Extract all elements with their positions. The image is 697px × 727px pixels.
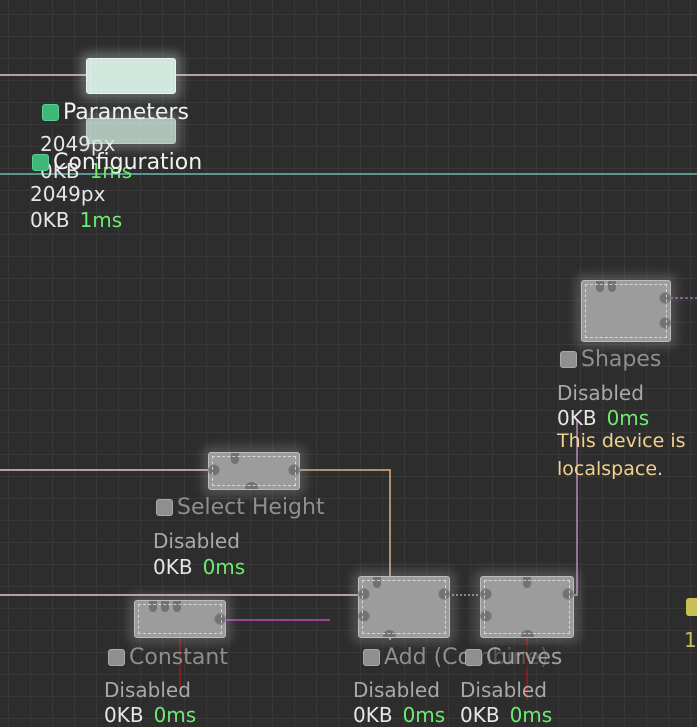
constant-input-bump — [173, 601, 181, 612]
node-graph-canvas[interactable]: Parameters 2049px 0KB 1ms Configuration 2… — [0, 0, 697, 727]
node-constant-header[interactable]: Constant — [108, 645, 228, 670]
node-shapes-thumbnail[interactable] — [581, 280, 671, 342]
node-configuration-toggle[interactable] — [32, 154, 49, 171]
constant-input-bump — [149, 601, 157, 612]
node-constant-stats: 0KB 0ms — [104, 703, 196, 727]
node-curves-status: Disabled — [460, 678, 547, 702]
shapes-output-port[interactable] — [659, 317, 671, 329]
shapes-input-bump — [596, 281, 604, 292]
node-select-height-stats: 0KB 0ms — [153, 555, 245, 579]
node-configuration-size: 2049px — [30, 182, 106, 206]
node-curves-title: Curves — [486, 645, 563, 670]
add-output-port[interactable] — [438, 588, 450, 600]
curves-input-port[interactable] — [480, 588, 492, 600]
curves-output-port[interactable] — [562, 588, 574, 600]
node-curves-mem: 0KB — [460, 703, 500, 727]
node-parameters-thumbnail[interactable] — [86, 58, 176, 94]
node-curves-stats: 0KB 0ms — [460, 703, 552, 727]
node-select-height-header[interactable]: Select Height — [156, 495, 325, 520]
node-add-combine-thumbnail[interactable] — [358, 576, 450, 638]
constant-output-port[interactable] — [214, 613, 226, 625]
node-constant-status: Disabled — [104, 678, 191, 702]
node-select-height-status: Disabled — [153, 529, 240, 553]
node-shapes-title: Shapes — [581, 347, 662, 372]
node-configuration-thumbnail[interactable] — [86, 118, 176, 144]
curves-input-bump — [523, 577, 531, 588]
node-select-height-time: 0ms — [202, 555, 246, 579]
select-height-input-bump — [231, 453, 239, 464]
node-constant-title: Constant — [129, 645, 228, 670]
constant-input-bump — [161, 601, 169, 612]
node-shapes-warning-line1: This device is — [557, 430, 686, 452]
add-bottom-bump — [383, 630, 396, 637]
node-configuration-time: 1ms — [79, 208, 123, 232]
node-curves-toggle[interactable] — [465, 649, 482, 666]
node-configuration-header[interactable]: Configuration — [32, 150, 202, 175]
node-add-combine-mem: 0KB — [353, 703, 393, 727]
offscreen-node-size: 1: — [684, 628, 697, 652]
shapes-input-bump — [608, 281, 616, 292]
curves-input-port[interactable] — [480, 610, 492, 622]
select-height-output-port[interactable] — [288, 464, 300, 476]
node-constant-time: 0ms — [153, 703, 197, 727]
node-configuration-title: Configuration — [53, 150, 203, 175]
node-constant-mem: 0KB — [104, 703, 144, 727]
select-height-input-port[interactable] — [208, 464, 220, 476]
node-select-height-toggle[interactable] — [156, 499, 173, 516]
node-add-combine-time: 0ms — [402, 703, 446, 727]
node-shapes-warning-line2: localspace. — [557, 458, 664, 480]
add-input-bump — [373, 577, 381, 588]
node-select-height-mem: 0KB — [153, 555, 193, 579]
node-configuration-mem: 0KB — [30, 208, 70, 232]
select-height-output-bump — [245, 482, 258, 489]
node-parameters-toggle[interactable] — [42, 104, 59, 121]
node-curves-thumbnail[interactable] — [480, 576, 574, 638]
node-constant-thumbnail[interactable] — [134, 600, 226, 638]
node-shapes-header[interactable]: Shapes — [560, 347, 661, 372]
node-add-combine-toggle[interactable] — [363, 649, 380, 666]
node-select-height-thumbnail[interactable] — [208, 452, 300, 490]
curves-bottom-bump — [521, 630, 534, 637]
add-input-port[interactable] — [358, 588, 370, 600]
shapes-output-port[interactable] — [659, 292, 671, 304]
node-curves-time: 0ms — [509, 703, 553, 727]
node-configuration-stats: 0KB 1ms — [30, 208, 122, 232]
node-curves-header[interactable]: Curves — [465, 645, 563, 670]
node-add-combine-stats: 0KB 0ms — [353, 703, 445, 727]
offscreen-node-toggle[interactable] — [686, 598, 697, 616]
node-shapes-toggle[interactable] — [560, 351, 577, 368]
node-add-combine-status: Disabled — [353, 678, 440, 702]
node-shapes-status: Disabled — [557, 381, 644, 405]
node-constant-toggle[interactable] — [108, 649, 125, 666]
node-select-height-title: Select Height — [177, 495, 325, 520]
add-input-port[interactable] — [358, 610, 370, 622]
